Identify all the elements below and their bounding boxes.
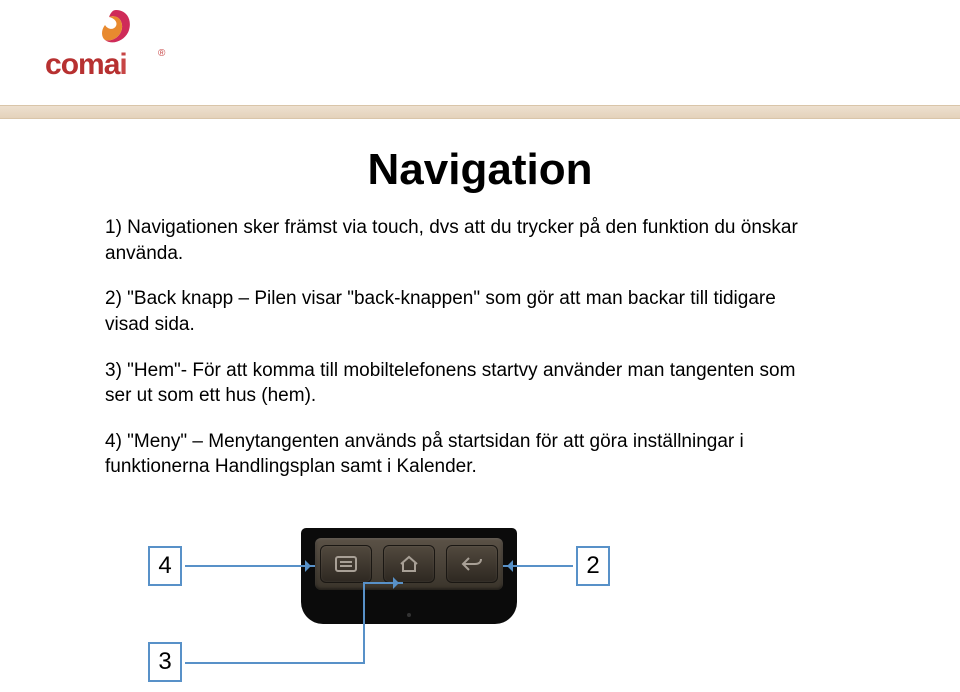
logo-text: comai — [45, 48, 127, 82]
home-icon — [397, 554, 421, 574]
phone-diagram: 4 2 3 — [105, 528, 805, 678]
callout-label-2: 2 — [576, 546, 610, 586]
header-divider-bar — [0, 105, 960, 119]
logo-swirl-icon — [99, 8, 133, 48]
back-button[interactable] — [446, 545, 498, 583]
paragraph-3: 3) "Hem"- För att komma till mobiltelefo… — [105, 358, 825, 409]
phone-button-bar — [315, 538, 503, 590]
callout-label-4: 4 — [148, 546, 182, 586]
phone-body — [301, 528, 517, 624]
arrow-to-home-segment-a — [185, 662, 365, 664]
trademark-symbol: ® — [158, 48, 165, 59]
page-title: Navigation — [0, 145, 960, 195]
arrow-to-home-segment-b — [363, 582, 365, 664]
arrow-to-home-segment-c — [363, 582, 403, 584]
paragraph-4: 4) "Meny" – Menytangenten används på sta… — [105, 429, 825, 480]
arrow-to-menu — [185, 565, 315, 567]
callout-label-3: 3 — [148, 642, 182, 682]
content-body: 1) Navigationen sker främst via touch, d… — [105, 215, 825, 500]
menu-button[interactable] — [320, 545, 372, 583]
arrow-to-back — [503, 565, 573, 567]
phone-speaker-dot — [407, 613, 411, 617]
home-button[interactable] — [383, 545, 435, 583]
menu-icon — [334, 555, 358, 573]
paragraph-1: 1) Navigationen sker främst via touch, d… — [105, 215, 825, 266]
logo: comai ® — [45, 8, 165, 98]
back-icon — [459, 555, 485, 573]
paragraph-2: 2) "Back knapp – Pilen visar "back-knapp… — [105, 286, 825, 337]
